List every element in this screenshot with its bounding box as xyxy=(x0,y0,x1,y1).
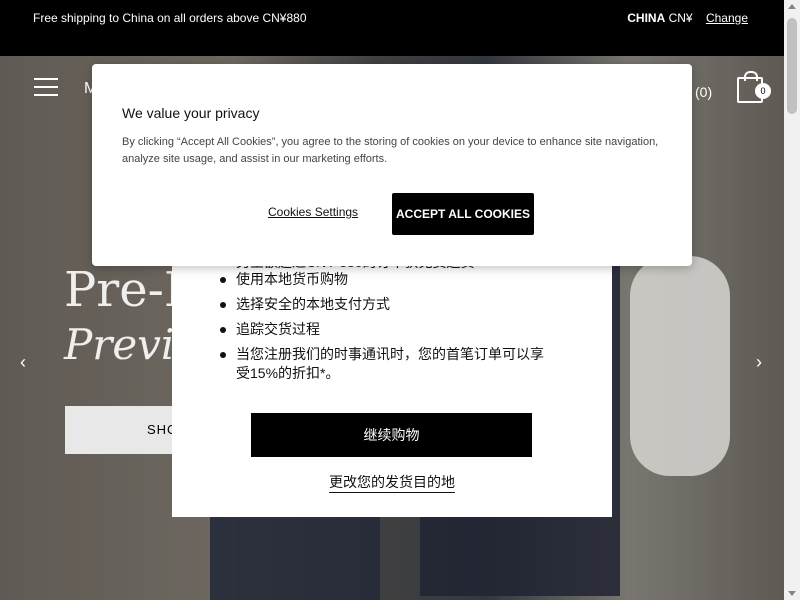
carousel-next-icon[interactable]: › xyxy=(756,352,762,373)
bag-count-badge: 0 xyxy=(755,83,771,99)
cookies-settings-button[interactable]: Cookies Settings xyxy=(268,205,358,219)
region-selector: CHINA CN¥ Change xyxy=(627,11,748,25)
currency-label: CN¥ xyxy=(668,11,693,25)
change-destination-row: 更改您的发货目的地 xyxy=(172,472,612,493)
carousel-prev-icon[interactable]: ‹ xyxy=(20,352,26,373)
promo-topbar: Free shipping to China on all orders abo… xyxy=(0,0,784,56)
scrollbar-thumb[interactable] xyxy=(787,18,797,114)
wishlist-count[interactable]: (0) xyxy=(695,84,712,100)
menu-icon[interactable] xyxy=(34,78,58,96)
bullet-icon xyxy=(220,352,226,358)
shipping-message: Free shipping to China on all orders abo… xyxy=(33,11,307,25)
scroll-down-icon[interactable] xyxy=(788,591,796,596)
bullet-icon xyxy=(220,277,226,283)
bullet-icon xyxy=(220,327,226,333)
list-item: 追踪交货过程 xyxy=(216,320,556,339)
list-item: 当您注册我们的时事通讯时，您的首笔订单可以享受15%的折扣*。 xyxy=(216,345,556,383)
cookie-consent-dialog: We value your privacy By clicking “Accep… xyxy=(92,64,692,266)
bullet-icon xyxy=(220,302,226,308)
hero-shop-button[interactable]: SHO xyxy=(65,406,185,454)
change-region-link[interactable]: Change xyxy=(706,11,748,25)
cookie-description: By clicking “Accept All Cookies”, you ag… xyxy=(122,136,659,165)
cookie-title: We value your privacy xyxy=(122,105,260,121)
shopping-bag-icon[interactable]: 0 xyxy=(737,71,771,103)
accept-all-cookies-button[interactable]: ACCEPT ALL COOKIES xyxy=(392,193,534,235)
shipping-benefits-list: 使用本地货币购物 选择安全的本地支付方式 追踪交货过程 当您注册我们的时事通讯时… xyxy=(216,270,556,389)
country-label: CHINA xyxy=(627,11,666,25)
scroll-up-icon[interactable] xyxy=(788,4,796,9)
list-item: 选择安全的本地支付方式 xyxy=(216,295,556,314)
page-scrollbar[interactable] xyxy=(784,0,800,600)
continue-shopping-button[interactable]: 继续购物 xyxy=(251,413,532,457)
list-item: 使用本地货币购物 xyxy=(216,270,556,289)
change-destination-link[interactable]: 更改您的发货目的地 xyxy=(329,474,455,493)
